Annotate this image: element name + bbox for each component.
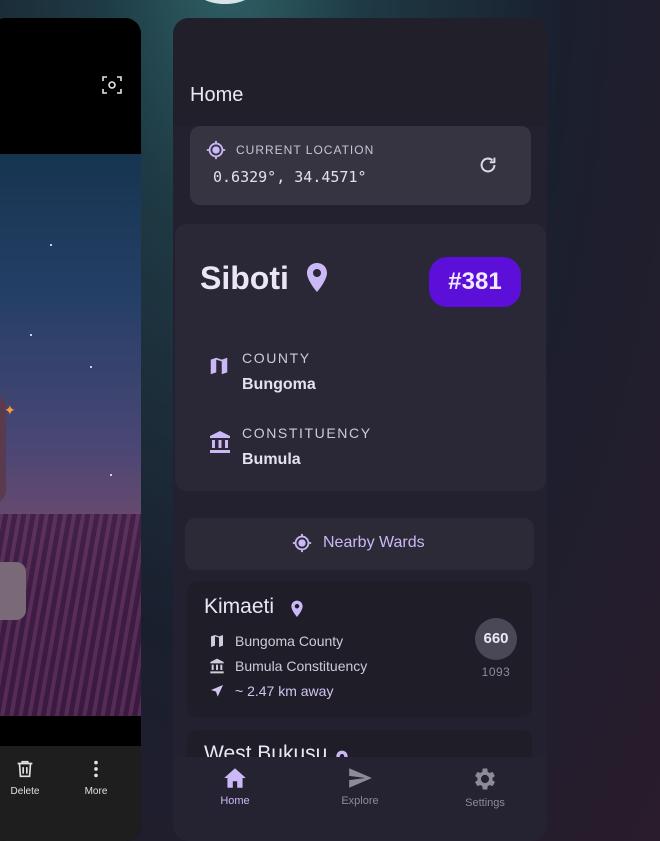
send-icon xyxy=(349,768,372,788)
nav-home[interactable]: Home xyxy=(195,765,275,807)
nearby-wards-button[interactable]: Nearby Wards xyxy=(185,518,534,570)
county-value: Bungoma xyxy=(242,376,316,393)
current-location-coords: 0.6329°, 34.4571° xyxy=(213,168,367,186)
ward-detail-card: Siboti #381 COUNTY Bungoma CONSTITUENCY … xyxy=(175,224,546,491)
gallery-photo: ✦ xyxy=(0,154,141,716)
refresh-icon[interactable] xyxy=(477,154,499,176)
background-glow xyxy=(190,0,260,4)
trash-icon xyxy=(17,760,33,778)
current-location-label: CURRENT LOCATION xyxy=(236,143,375,157)
map-pin-icon xyxy=(291,600,303,617)
gear-icon xyxy=(475,768,495,790)
nearby-ward-name: Kimaeti xyxy=(204,595,275,618)
map-icon xyxy=(210,357,228,375)
gallery-bottom-bar: Delete More xyxy=(0,746,141,841)
delete-action[interactable]: Delete xyxy=(0,758,55,797)
more-vert-icon xyxy=(94,760,98,778)
nearby-ward-distance: ~ 2.47 km away xyxy=(209,683,333,699)
nav-settings[interactable]: Settings xyxy=(445,765,525,809)
nearby-ward-distance-text: ~ 2.47 km away xyxy=(235,683,334,699)
nearby-ward-constituency-text: Bumula Constituency xyxy=(235,658,368,674)
nearby-ward-constituency: Bumula Constituency xyxy=(209,658,367,674)
institution-icon xyxy=(210,431,230,453)
nav-explore[interactable]: Explore xyxy=(320,765,400,807)
ward-number-badge: #381 xyxy=(429,257,521,307)
home-icon xyxy=(224,768,246,788)
delete-label: Delete xyxy=(10,786,40,797)
map-pin-icon xyxy=(307,263,327,292)
constituency-value: Bumula xyxy=(242,451,301,468)
county-label: COUNTY xyxy=(242,350,311,366)
nav-home-label: Home xyxy=(220,795,250,807)
constituency-label: CONSTITUENCY xyxy=(242,425,372,441)
rock-shape xyxy=(0,562,26,620)
nearby-ward-item[interactable]: Kimaeti Bungoma County Bumula Constituen… xyxy=(187,581,532,717)
bottom-navigation: Home Explore Settings xyxy=(173,757,547,841)
institution-icon xyxy=(210,658,224,674)
location-target-icon xyxy=(206,140,226,160)
ward-name: Siboti xyxy=(200,260,289,296)
nav-explore-label: Explore xyxy=(341,795,379,807)
gallery-top-bar xyxy=(0,18,141,154)
location-target-icon xyxy=(292,533,312,553)
page-title: Home xyxy=(190,84,244,106)
more-label: More xyxy=(84,786,108,797)
more-action[interactable]: More xyxy=(66,758,126,797)
recent-app-card-gallery[interactable]: ✦ Delete More xyxy=(0,18,141,841)
spark-glyph: ✦ xyxy=(4,402,16,418)
nearby-wards-label: Nearby Wards xyxy=(323,534,425,551)
nearby-ward-county: Bungoma County xyxy=(209,633,343,649)
nearby-ward-rank: 660 xyxy=(475,618,517,660)
app-header: Home xyxy=(173,18,547,126)
recent-app-card-wards[interactable]: Home CURRENT LOCATION 0.6329°, 34.4571° … xyxy=(173,18,547,841)
nearby-ward-county-text: Bungoma County xyxy=(235,633,344,649)
lens-icon[interactable] xyxy=(101,74,123,96)
navigation-arrow-icon xyxy=(211,685,223,697)
map-icon xyxy=(211,635,223,647)
current-location-card: CURRENT LOCATION 0.6329°, 34.4571° xyxy=(190,126,531,205)
nearby-ward-rank-sub: 1093 xyxy=(481,665,511,679)
nav-settings-label: Settings xyxy=(465,797,505,809)
